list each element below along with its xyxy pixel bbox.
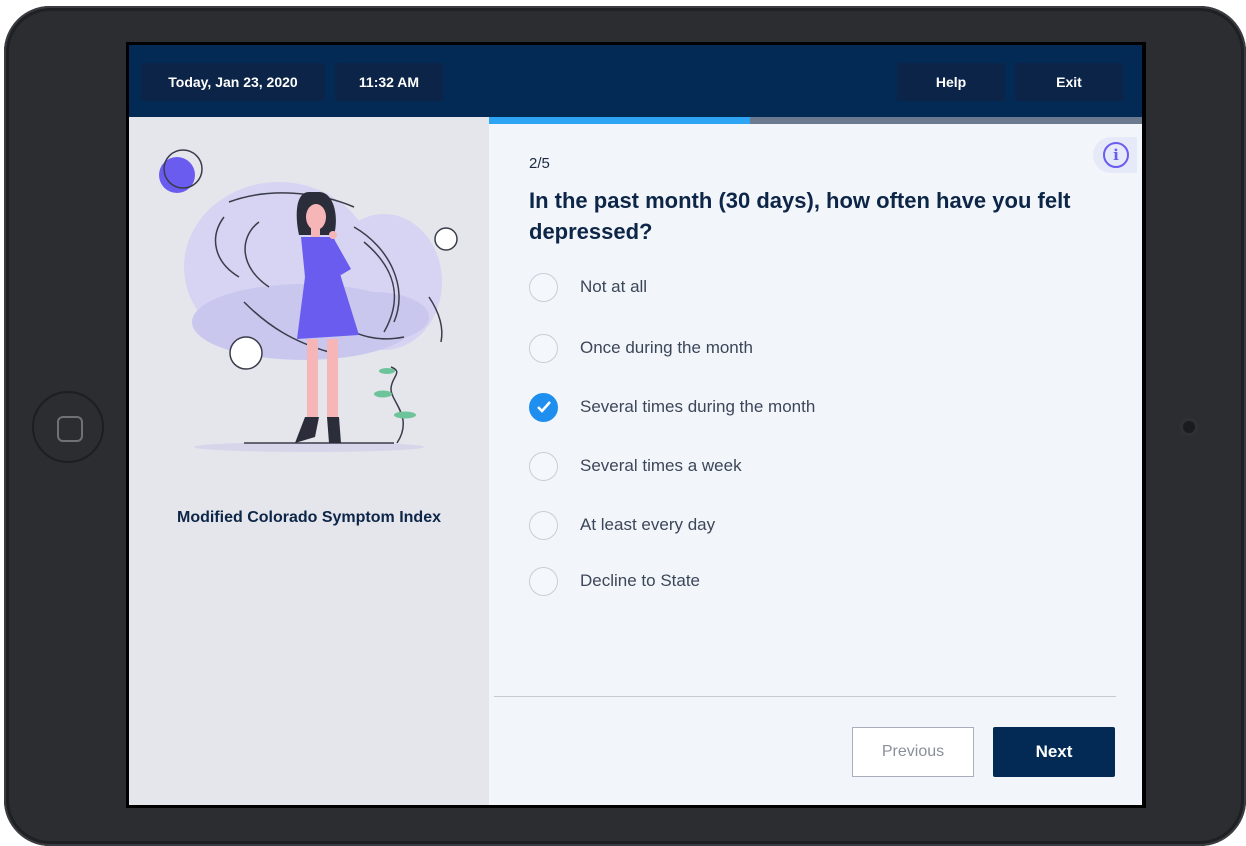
radio-icon[interactable] <box>529 510 558 540</box>
option-once-during-month[interactable]: Once during the month <box>529 333 753 363</box>
radio-icon[interactable] <box>529 566 558 596</box>
person-leg <box>327 339 338 419</box>
option-decline[interactable]: Decline to State <box>529 566 700 596</box>
plant-leaf <box>379 368 395 374</box>
info-icon: i <box>1103 142 1129 168</box>
plant-leaf <box>394 411 416 419</box>
option-label: Several times during the month <box>580 397 816 416</box>
camera-icon <box>1179 417 1199 437</box>
option-several-times-month[interactable]: Several times during the month <box>529 392 815 422</box>
survey-title: Modified Colorado Symptom Index <box>176 509 441 526</box>
person-neck <box>311 227 320 237</box>
home-square-icon <box>57 416 83 442</box>
person-leg <box>307 339 318 419</box>
question-panel: i 2/5 In the past month (30 days), how o… <box>489 117 1142 805</box>
previous-button[interactable]: Previous <box>852 727 974 777</box>
date-display: Today, Jan 23, 2020 <box>141 63 325 101</box>
radio-icon[interactable] <box>529 272 558 302</box>
exit-button[interactable]: Exit <box>1015 63 1123 101</box>
option-not-at-all[interactable]: Not at all <box>529 272 647 302</box>
option-label: Not at all <box>580 277 648 296</box>
help-button[interactable]: Help <box>897 63 1005 101</box>
person-hand <box>329 231 337 239</box>
option-every-day[interactable]: At least every day <box>529 510 715 540</box>
option-label: Several times a week <box>580 456 742 475</box>
radio-icon[interactable] <box>529 451 558 481</box>
plant-leaf <box>374 390 392 398</box>
option-label: Once during the month <box>580 338 753 357</box>
progress-fill <box>489 117 751 124</box>
person-thinking-illustration <box>159 149 458 452</box>
person-shoe <box>327 417 341 443</box>
question-text: In the past month (30 days), how often h… <box>529 188 1071 244</box>
check-icon[interactable] <box>529 392 558 422</box>
plant-stem <box>390 366 404 444</box>
home-button-icon[interactable] <box>32 391 104 463</box>
person-face <box>306 204 326 230</box>
option-label: At least every day <box>580 515 716 534</box>
info-button[interactable]: i <box>1093 137 1137 173</box>
footer-divider <box>494 696 1116 697</box>
option-several-times-week[interactable]: Several times a week <box>529 451 742 481</box>
next-button[interactable]: Next <box>993 727 1115 777</box>
question-counter: 2/5 <box>529 155 550 172</box>
radio-icon[interactable] <box>529 333 558 363</box>
outline-circle <box>229 336 263 370</box>
option-label: Decline to State <box>580 571 701 590</box>
progress-bar <box>489 117 1142 124</box>
time-display: 11:32 AM <box>335 63 443 101</box>
tablet-screen: Today, Jan 23, 2020 11:32 AM Help Exit M… <box>126 42 1146 808</box>
survey-sidebar: Modified Colorado Symptom Index <box>129 117 489 805</box>
person-shoe <box>295 417 319 443</box>
outline-circle <box>434 227 458 251</box>
top-bar: Today, Jan 23, 2020 11:32 AM Help Exit <box>129 45 1142 117</box>
